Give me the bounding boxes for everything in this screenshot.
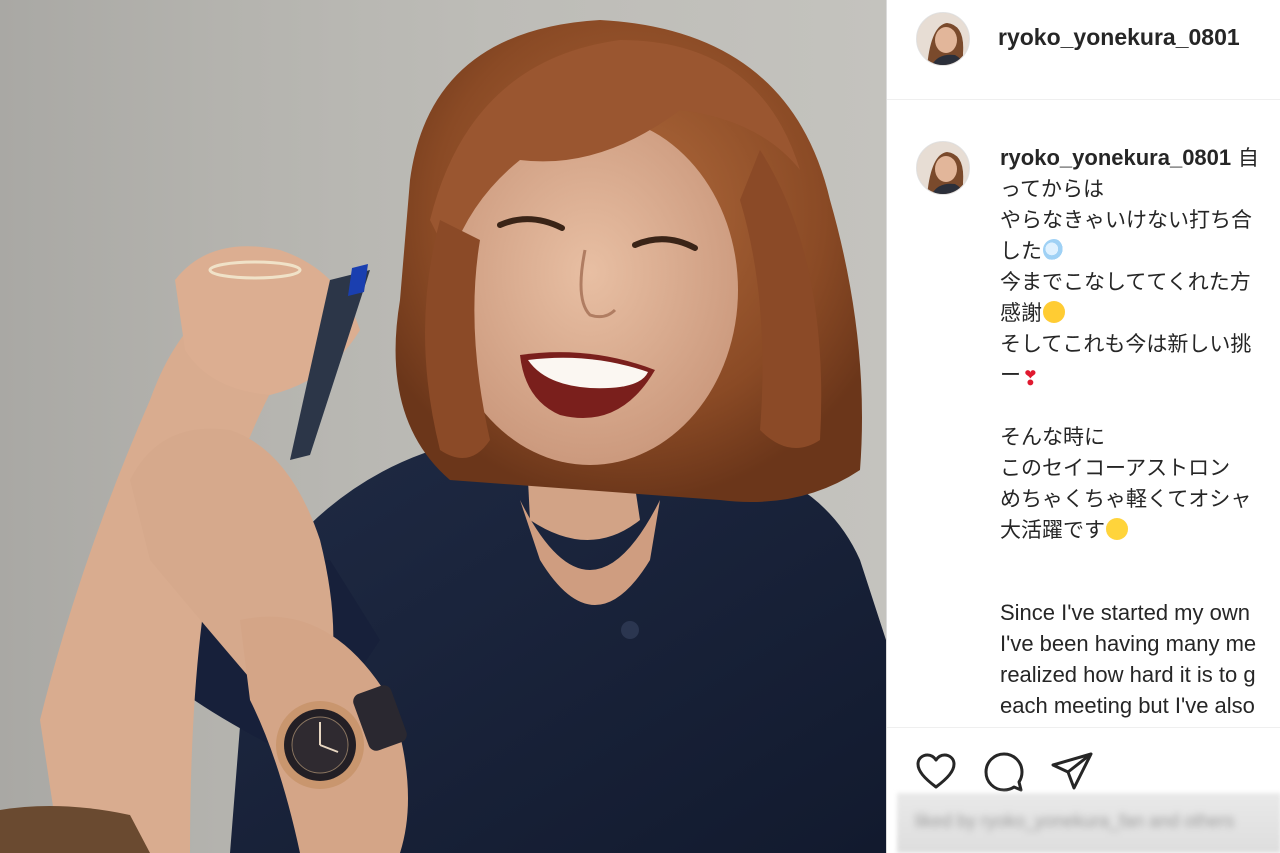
caption-line: realized how hard it is to g bbox=[1000, 662, 1256, 687]
caption-text-fragment: 大活躍です bbox=[1000, 518, 1105, 542]
caption-text-fragment: した bbox=[1000, 239, 1042, 263]
post-author-username[interactable]: ryoko_yonekura_0801 bbox=[998, 24, 1240, 51]
post-actions-bar bbox=[887, 727, 1280, 793]
rolling-laughing-emoji-icon bbox=[1043, 301, 1065, 323]
caption-text-fragment: 自 bbox=[1237, 146, 1259, 170]
dash-emoji-icon bbox=[1043, 239, 1065, 261]
portrait-illustration bbox=[0, 20, 886, 853]
post-sidebar: ryoko_yonekura_0801 ryoko_yonekura_0801 … bbox=[886, 0, 1280, 853]
caption-text: ryoko_yonekura_0801 自 ってからは やらなきゃいけない打ち合… bbox=[1000, 142, 1280, 721]
caption-line: ー❣ bbox=[1000, 360, 1280, 391]
caption-line: やらなきゃいけない打ち合 bbox=[1000, 208, 1252, 232]
caption-line: そんな時に bbox=[1000, 425, 1105, 449]
caption-line: めちゃくちゃ軽くてオシャ bbox=[1000, 487, 1252, 511]
caption-line: した bbox=[1000, 236, 1280, 267]
caption-line: 大活躍です bbox=[1000, 515, 1280, 546]
caption-line: 感謝 bbox=[1000, 298, 1280, 329]
caption-line: このセイコーアストロン bbox=[1000, 456, 1231, 480]
caption-line: ってからは bbox=[1000, 177, 1104, 201]
caption-section[interactable]: ryoko_yonekura_0801 自 ってからは やらなきゃいけない打ち合… bbox=[887, 101, 1280, 727]
caption-text-fragment: ー bbox=[1000, 363, 1021, 387]
caption-line: each meeting but I've also bbox=[1000, 693, 1255, 718]
caption-line: Since I've started my own bbox=[1000, 600, 1250, 625]
likes-summary-blurred: liked by ryoko_yonekura_fan and others bbox=[897, 793, 1280, 853]
caption-line: ryoko_yonekura_0801 自 bbox=[1000, 142, 1280, 174]
caption-username[interactable]: ryoko_yonekura_0801 bbox=[1000, 145, 1231, 170]
post-header: ryoko_yonekura_0801 bbox=[887, 0, 1280, 100]
caption-line: I've been having many me bbox=[1000, 631, 1257, 656]
caption-line: 今までこなしててくれた方 bbox=[1000, 270, 1251, 294]
caption-text-fragment: 感謝 bbox=[1000, 301, 1042, 325]
post-photo bbox=[0, 0, 886, 853]
caption-line: そしてこれも今は新しい挑 bbox=[1000, 332, 1252, 356]
avatar-image bbox=[917, 13, 969, 65]
heart-exclamation-emoji-icon: ❣ bbox=[1022, 366, 1039, 390]
likes-text: liked by ryoko_yonekura_fan and others bbox=[915, 811, 1235, 831]
avatar-image bbox=[917, 142, 969, 194]
heart-icon[interactable] bbox=[914, 750, 958, 794]
avatar[interactable] bbox=[916, 141, 970, 195]
avatar[interactable] bbox=[916, 12, 970, 66]
comment-icon[interactable] bbox=[982, 750, 1026, 794]
paper-plane-icon[interactable] bbox=[1050, 750, 1094, 794]
yum-emoji-icon bbox=[1106, 518, 1128, 540]
